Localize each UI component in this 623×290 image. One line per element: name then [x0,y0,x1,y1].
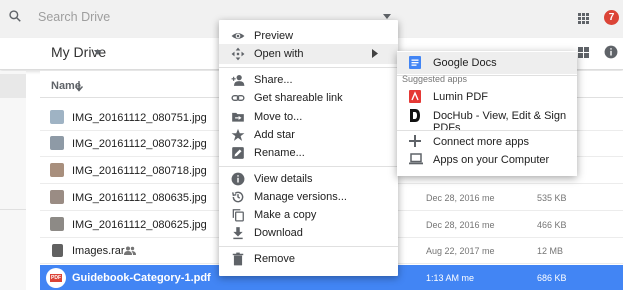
file-name: Guidebook-Category-1.pdf [72,272,211,284]
search-input[interactable]: Search Drive [38,10,110,24]
plus-icon [409,135,421,147]
menu-item-share[interactable]: Share... [219,70,398,90]
chevron-down-icon[interactable] [94,50,102,55]
menu-item-label: Remove [254,253,295,265]
menu-item-add-star[interactable]: Add star [219,125,398,145]
file-modified: Dec 28, 2016 me [426,220,495,230]
image-thumbnail-icon [50,136,64,150]
file-size: 686 KB [537,273,567,283]
google-docs-icon [409,56,421,69]
file-size: 535 KB [537,193,567,203]
menu-item-label: Make a copy [254,209,317,221]
context-menu: Preview Open with Share... Get shareable… [219,20,398,276]
copy-icon [231,208,245,222]
image-thumbnail-icon [50,163,64,177]
submenu-item-dochub[interactable]: DocHub - View, Edit & Sign PDFs [397,105,577,134]
info-icon[interactable] [604,45,618,59]
file-name: IMG_20161112_080635.jpg [72,192,207,204]
search-icon[interactable] [8,9,22,23]
file-name: IMG_20161112_080718.jpg [72,165,207,177]
file-size: 12 MB [537,246,564,256]
sort-arrow-down-icon[interactable] [74,80,84,92]
image-thumbnail-icon [50,110,64,124]
file-name: IMG_20161112_080625.jpg [72,219,207,231]
menu-item-label: Rename... [254,147,305,159]
archive-file-icon [52,244,63,257]
submenu-item-label: Lumin PDF [433,91,489,103]
image-thumbnail-icon [50,217,64,231]
file-name: Images.rar [72,245,125,257]
submenu-item-label: Connect more apps [433,136,529,148]
dochub-icon [409,109,421,122]
menu-item-label: Move to... [254,111,303,123]
file-size: 466 KB [537,220,567,230]
menu-item-rename[interactable]: Rename... [219,143,398,163]
left-nav-panel [0,71,26,290]
laptop-icon [409,153,423,165]
menu-item-preview[interactable]: Preview [219,26,398,46]
trash-icon [231,252,245,266]
menu-item-make-copy[interactable]: Make a copy [219,205,398,225]
file-name: IMG_20161112_080751.jpg [72,112,207,124]
menu-item-move-to[interactable]: Move to... [219,107,398,127]
star-icon [231,128,245,142]
info-icon [231,172,245,186]
menu-item-label: Share... [254,74,293,86]
menu-item-label: Manage versions... [254,191,347,203]
move-arrows-icon [231,47,245,61]
menu-item-label: Download [254,227,303,239]
menu-item-label: Open with [254,48,304,60]
chevron-right-icon [372,49,378,58]
image-thumbnail-icon [50,190,64,204]
link-icon [231,91,245,105]
file-modified: Aug 22, 2017 me [426,246,495,256]
shared-people-icon [124,246,136,255]
file-name: IMG_20161112_080732.jpg [72,138,207,150]
menu-item-label: Add star [254,129,295,141]
menu-item-remove[interactable]: Remove [219,249,398,269]
history-icon [231,190,245,204]
menu-item-download[interactable]: Download [219,223,398,243]
notification-badge[interactable]: 7 [604,10,619,25]
menu-divider [219,67,398,68]
pencil-icon [231,146,245,160]
divider [0,209,26,210]
submenu-item-google-docs[interactable]: Google Docs [397,52,577,74]
person-add-icon [231,73,245,87]
search-options-dropdown[interactable] [383,14,391,19]
menu-item-view-details[interactable]: View details [219,169,398,189]
menu-item-label: Get shareable link [254,92,343,104]
download-icon [231,226,245,240]
apps-grid-icon[interactable] [578,13,589,24]
menu-divider [219,246,398,247]
left-nav-selected-item[interactable] [0,74,26,98]
lumin-pdf-icon [409,90,421,103]
eye-icon [231,29,245,43]
menu-item-label: View details [254,173,313,185]
submenu-item-label: Google Docs [433,57,497,69]
pdf-file-icon: PDF [50,274,62,282]
folder-move-icon [231,110,245,124]
menu-item-label: Preview [254,30,294,42]
menu-item-manage-versions[interactable]: Manage versions... [219,187,398,207]
file-modified: 1:13 AM me [426,273,475,283]
submenu-item-label: Apps on your Computer [433,154,550,166]
open-with-submenu: Google Docs Suggested apps Lumin PDF Doc… [397,51,577,176]
submenu-item-apps-on-computer[interactable]: Apps on your Computer [397,149,577,171]
file-modified: Dec 28, 2016 me [426,193,495,203]
menu-divider [219,166,398,167]
grid-view-icon[interactable] [578,47,589,58]
menu-item-open-with[interactable]: Open with [219,44,398,64]
menu-item-get-link[interactable]: Get shareable link [219,88,398,108]
suggested-apps-heading: Suggested apps [402,74,468,84]
